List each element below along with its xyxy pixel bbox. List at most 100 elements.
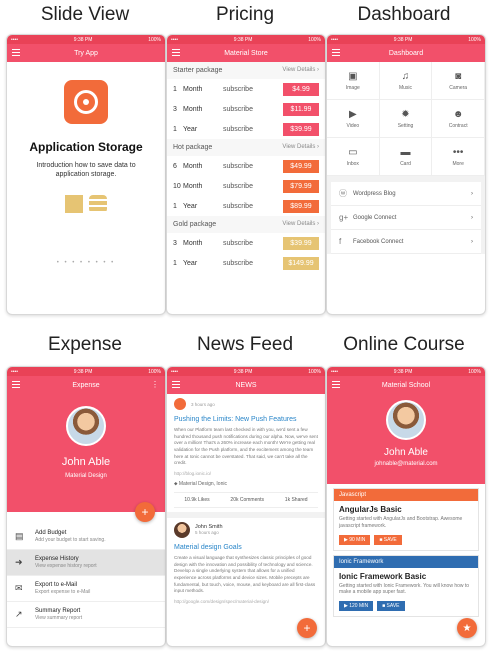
hamburger-menu-icon[interactable] <box>12 381 20 390</box>
menu-item-title: Export to e-Mail <box>35 582 78 588</box>
post-link[interactable]: http://google.com/design/spec/material-d… <box>174 599 318 604</box>
course-category: Javascript <box>334 489 478 501</box>
price-button[interactable]: $39.99 <box>283 236 319 250</box>
price-button[interactable]: $89.99 <box>283 199 319 213</box>
tile-label: Setting <box>397 122 414 129</box>
view-details-link[interactable]: View Details › <box>282 67 319 74</box>
price-button[interactable]: $4.99 <box>283 82 319 96</box>
post-title[interactable]: Material design Goals <box>174 544 318 551</box>
dashboard-tile-image[interactable]: ▣ Image <box>327 62 380 100</box>
google-plus-icon: g+ <box>339 213 349 222</box>
save-button[interactable]: ■ SAVE <box>377 601 405 611</box>
duration-unit: Month <box>183 105 203 113</box>
price-row: 1 Month subscribe $4.99 <box>167 79 325 99</box>
more-icon: ••• <box>452 146 464 158</box>
hamburger-menu-icon[interactable] <box>172 381 180 390</box>
music-icon: ♫ <box>401 70 410 82</box>
subscribe-label: subscribe <box>223 259 253 267</box>
link-label: Wordpress Blog <box>353 190 396 197</box>
course-title[interactable]: Ionic Framework Basic <box>334 568 478 583</box>
save-button[interactable]: ■ SAVE <box>374 534 402 545</box>
package-name: Gold package <box>173 221 217 228</box>
expense-menu-item[interactable]: ✉ Export to e-Mail Export expense to e-Mai… <box>7 576 165 602</box>
tile-label: Contract <box>448 122 468 129</box>
app-bar-title: Try App <box>74 49 98 57</box>
profile-header: John Able johnable@material.com <box>327 394 485 484</box>
price-row: 6 Month subscribe $49.99 <box>167 156 325 176</box>
price-button[interactable]: $149.99 <box>283 256 319 270</box>
pricing-list: Starter package View Details › 1 Month subsc… <box>167 62 325 273</box>
phone-pricing: •••• 9:38 PM 100% Material Store Starter … <box>166 34 326 315</box>
tile-label: Inbox <box>346 160 359 167</box>
duration-quantity: 1 <box>173 259 177 267</box>
ionic-logo-icon <box>174 398 186 410</box>
expense-menu-item[interactable]: ▤ Add Budget Add your budget to start savi… <box>7 524 165 550</box>
package-name: Hot package <box>173 144 213 151</box>
menu-item-title: Add Budget <box>35 530 67 536</box>
view-details-link[interactable]: View Details › <box>282 221 319 228</box>
duration-button[interactable]: ▶ 120 MIN <box>339 601 374 611</box>
course-category: Ionic Framework <box>334 555 478 568</box>
chevron-right-icon: › <box>471 238 473 245</box>
menu-item-subtitle: Add your budget to start saving. <box>35 537 106 543</box>
profile-email: johnable@material.com <box>374 461 438 467</box>
news-post: 3 hours ago Pushing the Limits: New Push… <box>167 394 325 512</box>
package-header: Starter package View Details › <box>167 62 325 79</box>
dashboard-link[interactable]: f Facebook Connect › <box>331 230 481 254</box>
duration-quantity: 10 <box>173 182 181 190</box>
hamburger-menu-icon[interactable] <box>12 49 20 58</box>
duration-quantity: 1 <box>173 85 177 93</box>
duration-button[interactable]: ▶ 90 MIN <box>339 534 371 545</box>
subscribe-label: subscribe <box>223 202 253 210</box>
dashboard-tile-video[interactable]: ▶ Video <box>327 100 380 138</box>
price-button[interactable]: $49.99 <box>283 159 319 173</box>
add-fab-button[interactable]: + <box>297 618 317 638</box>
app-bar: Try App <box>7 44 165 62</box>
dashboard-link[interactable]: ⓦ Wordpress Blog › <box>331 182 481 206</box>
likes-button[interactable]: 10.9k Likes <box>184 497 209 503</box>
expense-menu-item[interactable]: ➜ Expense History View expense history rep… <box>7 550 165 576</box>
dashboard-tile-music[interactable]: ♫ Music <box>379 62 433 100</box>
image-icon: ▣ <box>348 70 358 82</box>
price-button[interactable]: $39.99 <box>283 122 319 136</box>
profile-subtitle: Material Design <box>65 473 107 479</box>
add-fab-button[interactable]: + <box>135 502 155 522</box>
dashboard-link[interactable]: g+ Google Connect › <box>331 206 481 230</box>
menu-item-text: Add Budget Add your budget to start savin… <box>35 530 106 543</box>
caption-pricing: Pricing <box>215 4 275 25</box>
hamburger-menu-icon[interactable] <box>172 49 180 58</box>
price-row: 1 Year subscribe $89.99 <box>167 196 325 216</box>
price-row: 3 Month subscribe $39.99 <box>167 233 325 253</box>
menu-item-text: Expense History View expense history repo… <box>35 556 97 569</box>
course-title[interactable]: AngularJs Basic <box>334 501 478 516</box>
expense-menu: ▤ Add Budget Add your budget to start savi… <box>7 512 165 628</box>
dashboard-tile-setting[interactable]: ✹ Setting <box>379 100 433 138</box>
view-details-link[interactable]: View Details › <box>282 144 319 151</box>
phone-slide-view: •••• 9:38 PM 100% Try App Application Sto… <box>6 34 166 315</box>
shared-button[interactable]: 1k Shared <box>285 497 308 503</box>
expense-menu-item[interactable]: ↗ Summary Report View summary report <box>7 602 165 628</box>
duration-quantity: 3 <box>173 105 177 113</box>
app-bar-title: Dashboard <box>388 49 424 57</box>
price-button[interactable]: $11.99 <box>283 102 319 116</box>
dashboard-tile-contract[interactable]: ☻ Contract <box>432 100 485 138</box>
post-title[interactable]: Pushing the Limits: New Push Features <box>174 416 318 423</box>
dashboard-tile-more[interactable]: ••• More <box>432 138 485 176</box>
app-bar: Material Store <box>167 44 325 62</box>
course-list: Javascript AngularJs Basic Getting started… <box>327 488 485 617</box>
post-link[interactable]: http://blog.ionic.io/ <box>174 471 318 476</box>
page-indicator[interactable]: • • • • • • • • <box>7 260 165 266</box>
dashboard-tile-camera[interactable]: ◙ Camera <box>432 62 485 100</box>
avatar <box>386 400 426 440</box>
profile-name: John Able <box>61 456 111 468</box>
duration-unit: Year <box>183 259 198 267</box>
dashboard-tile-card[interactable]: ▬ Card <box>379 138 433 176</box>
price-button[interactable]: $79.99 <box>283 179 319 193</box>
dashboard-tile-inbox[interactable]: ▭ Inbox <box>327 138 380 176</box>
favorite-fab-button[interactable]: ★ <box>457 618 477 638</box>
hamburger-menu-icon[interactable] <box>332 381 340 390</box>
comments-button[interactable]: 20k Comments <box>230 497 264 503</box>
overflow-menu-icon[interactable]: ⋮ <box>151 380 159 389</box>
hamburger-menu-icon[interactable] <box>332 49 340 58</box>
status-bar: •••• 9:38 PM 100% <box>167 367 325 376</box>
